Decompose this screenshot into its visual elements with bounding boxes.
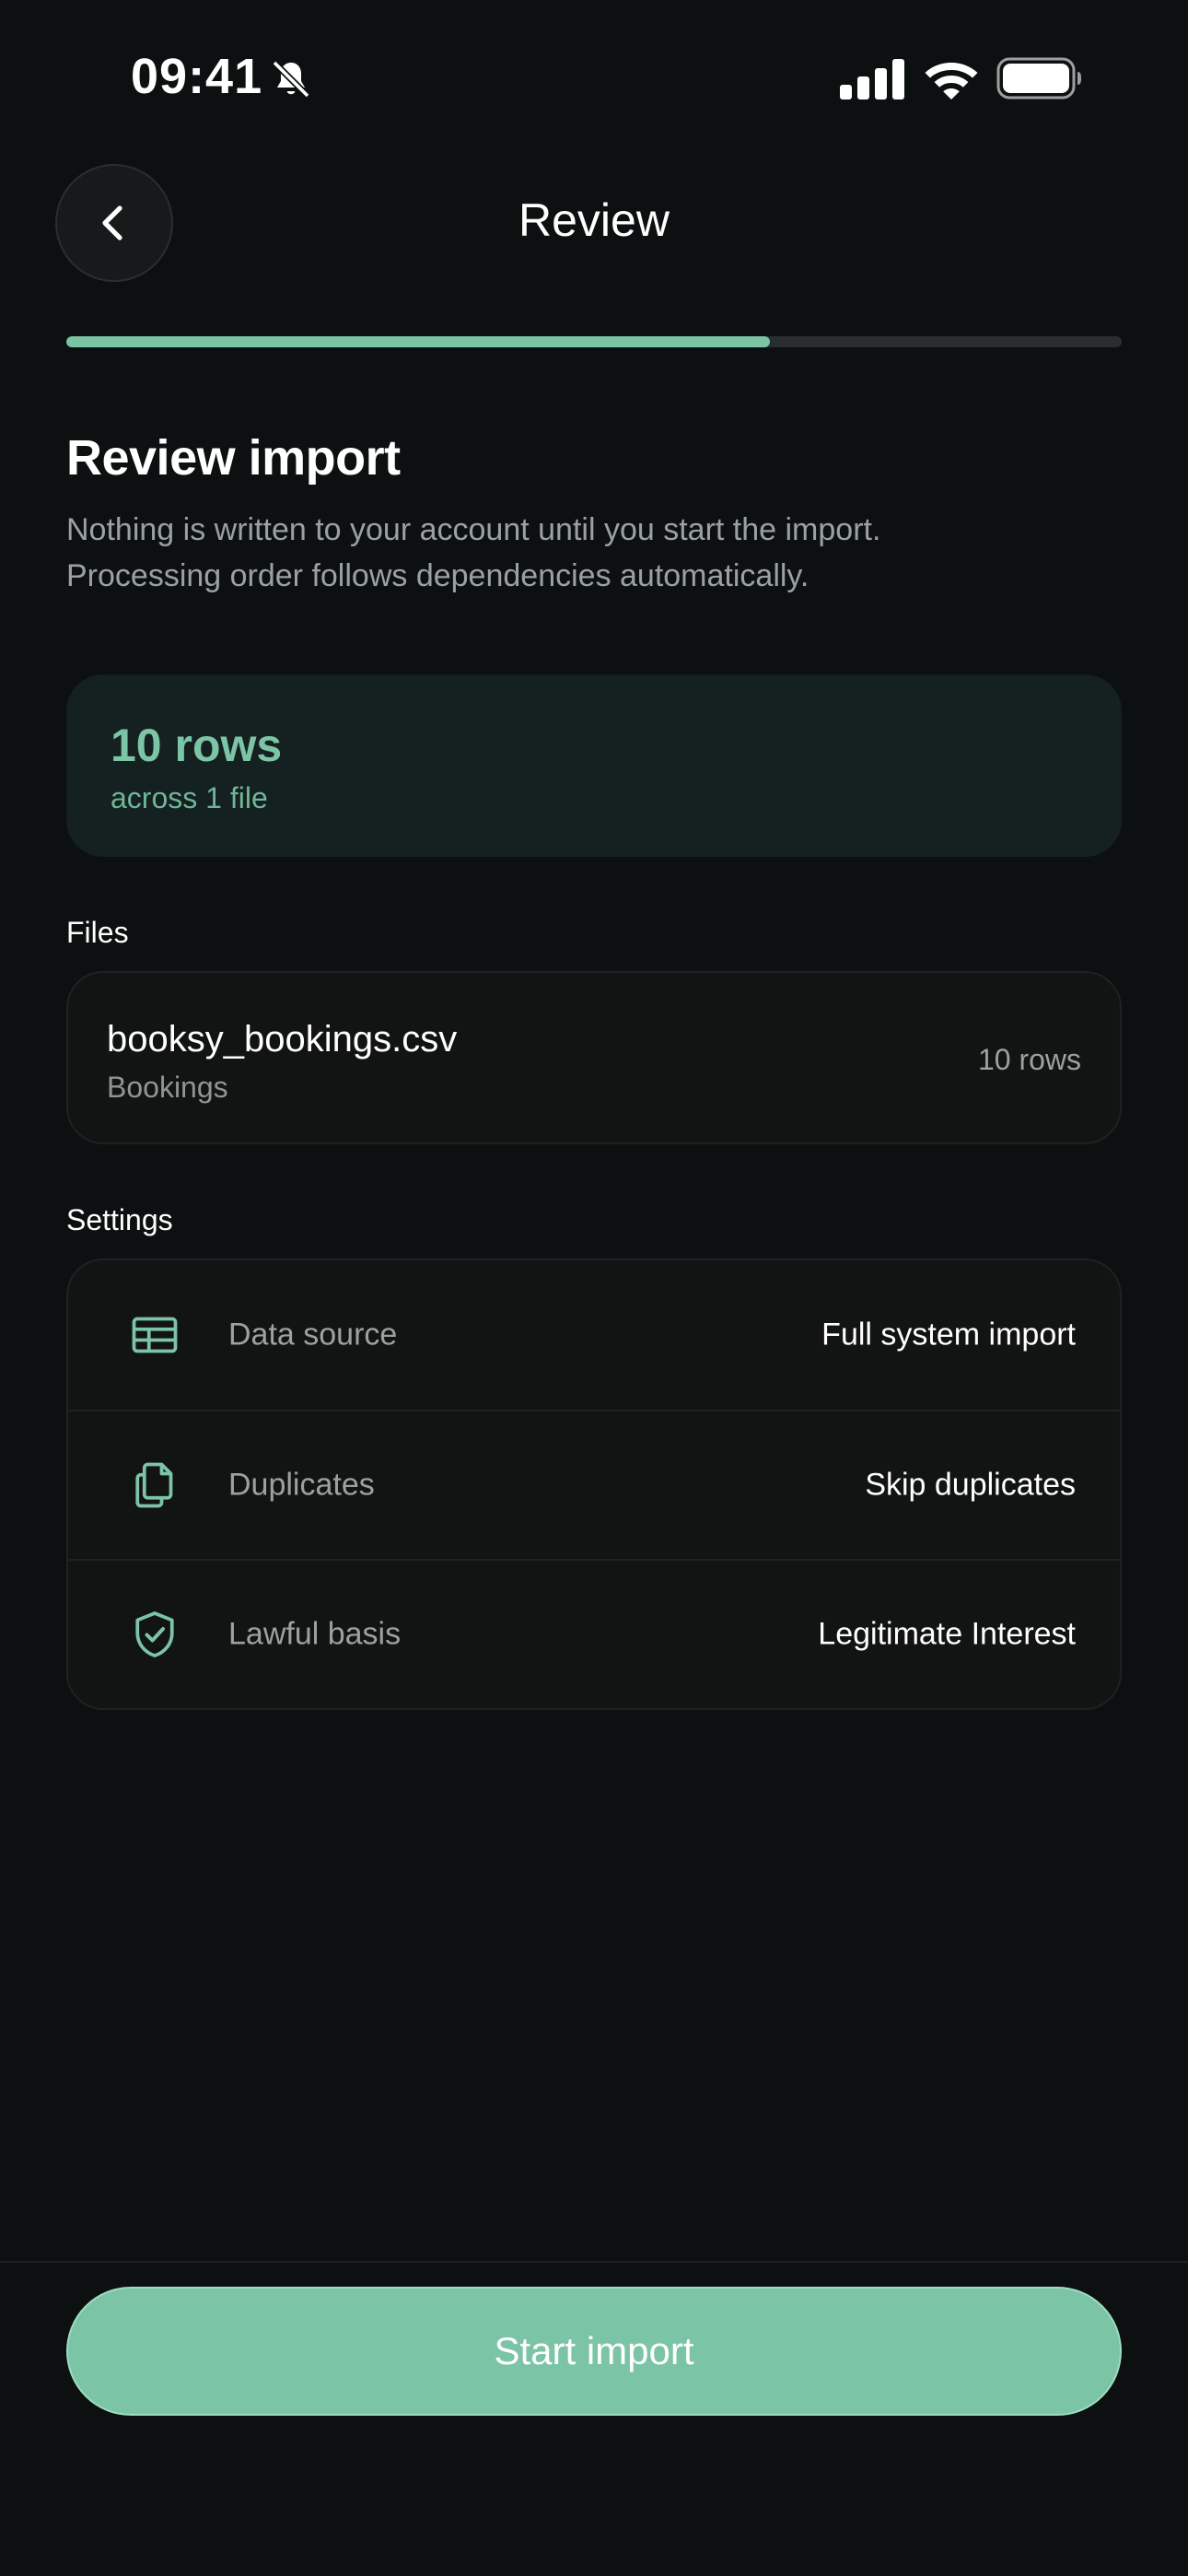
progress-bar xyxy=(66,336,1122,347)
battery-icon xyxy=(996,57,1081,100)
description-line: Processing order follows dependencies au… xyxy=(66,558,809,593)
summary-card: 10 rows across 1 file xyxy=(66,674,1122,857)
settings-card: Data source Full system import Duplicate… xyxy=(66,1259,1122,1710)
start-import-button[interactable]: Start import xyxy=(66,2287,1122,2416)
summary-row-count: 10 rows xyxy=(111,720,283,771)
status-time: 09:41 xyxy=(131,49,263,104)
setting-value: Legitimate Interest xyxy=(818,1616,1076,1652)
file-type: Bookings xyxy=(107,1071,228,1104)
progress-fill xyxy=(66,336,771,347)
setting-label: Data source xyxy=(228,1317,398,1352)
shield-check-icon xyxy=(135,1611,174,1657)
summary-file-count: across 1 file xyxy=(111,781,268,814)
setting-value: Skip duplicates xyxy=(865,1467,1076,1503)
file-card[interactable]: booksy_bookings.csv Bookings 10 rows xyxy=(66,971,1122,1144)
description-line: Nothing is written to your account until… xyxy=(66,512,881,547)
file-name: booksy_bookings.csv xyxy=(107,1019,458,1060)
table-icon xyxy=(132,1317,178,1353)
setting-value: Full system import xyxy=(821,1317,1076,1352)
setting-row-lawful-basis[interactable]: Lawful basis Legitimate Interest xyxy=(68,1559,1120,1708)
settings-label: Settings xyxy=(66,1203,173,1236)
footer-divider xyxy=(0,2261,1188,2263)
wifi-icon xyxy=(925,63,978,100)
setting-row-data-source[interactable]: Data source Full system import xyxy=(68,1260,1120,1410)
setting-row-duplicates[interactable]: Duplicates Skip duplicates xyxy=(68,1410,1120,1559)
review-heading: Review import xyxy=(66,430,401,486)
status-bar: 09:41 xyxy=(0,0,1188,157)
page-title: Review xyxy=(518,194,670,246)
signal-icon xyxy=(840,59,904,100)
documents-icon xyxy=(135,1462,173,1508)
setting-label: Duplicates xyxy=(228,1467,375,1503)
files-label: Files xyxy=(66,916,129,949)
review-description: Nothing is written to your account until… xyxy=(66,507,1122,599)
setting-label: Lawful basis xyxy=(228,1616,402,1652)
file-row-count: 10 rows xyxy=(977,1043,1081,1076)
bell-muted-icon xyxy=(272,60,310,99)
